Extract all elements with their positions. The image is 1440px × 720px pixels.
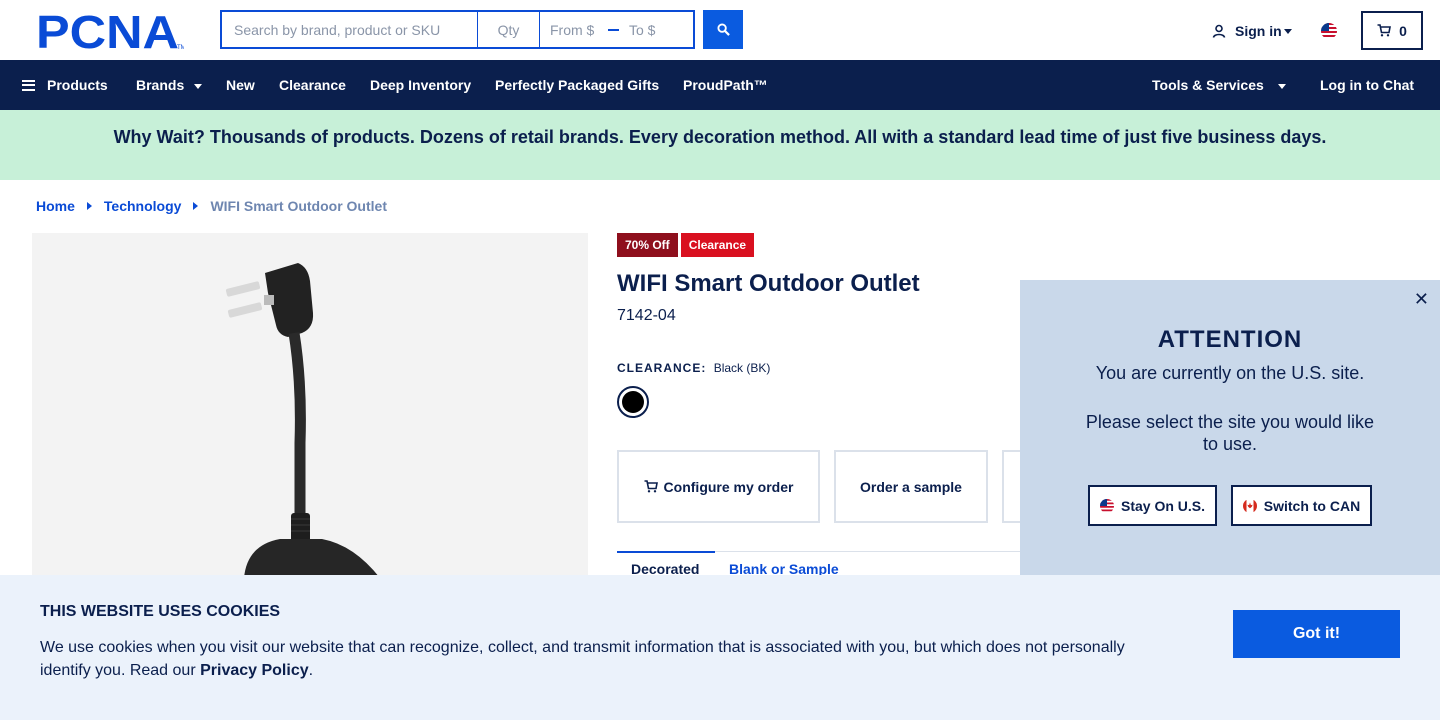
main-nav: Products Brands New Clearance Deep Inven… — [0, 60, 1440, 110]
cookie-title: THIS WEBSITE USES COOKIES — [40, 603, 281, 620]
cart-icon — [1377, 24, 1392, 37]
cookie-text: We use cookies when you visit our websit… — [40, 636, 1160, 682]
signin-label: Sign in — [1235, 23, 1282, 39]
product-title: WIFI Smart Outdoor Outlet — [617, 270, 920, 297]
canada-flag-icon — [1242, 498, 1257, 513]
chevron-down-icon — [194, 84, 203, 89]
close-icon[interactable]: ✕ — [1414, 289, 1429, 310]
promo-banner: Why Wait? Thousands of products. Dozens … — [0, 110, 1440, 180]
nav-clearance[interactable]: Clearance — [279, 60, 346, 110]
attention-select-prompt: Please select the site you would like to… — [1085, 412, 1375, 454]
nav-gifts[interactable]: Perfectly Packaged Gifts — [495, 60, 659, 110]
tab-blank-sample[interactable]: Blank or Sample — [715, 551, 853, 577]
nav-products[interactable]: Products — [22, 60, 108, 110]
svg-text:PCNA: PCNA — [36, 11, 179, 51]
price-to-input[interactable] — [629, 21, 683, 38]
switch-can-label: Switch to CAN — [1263, 497, 1361, 514]
color-swatch-black[interactable] — [617, 386, 649, 418]
cart-icon — [644, 480, 658, 493]
color-value: Black (BK) — [713, 361, 771, 375]
price-from-input[interactable] — [550, 21, 604, 38]
signin-link[interactable]: Sign in — [1212, 23, 1292, 39]
nav-deep-inventory[interactable]: Deep Inventory — [370, 60, 471, 110]
configure-order-button[interactable]: Configure my order — [617, 450, 820, 523]
nav-tools-services[interactable]: Tools & Services — [1152, 60, 1286, 110]
stay-us-label: Stay On U.S. — [1120, 497, 1206, 514]
cart-count: 0 — [1399, 22, 1407, 39]
privacy-policy-link[interactable]: Privacy Policy — [200, 662, 309, 679]
discount-badge: 70% Off — [617, 233, 678, 257]
switch-can-button[interactable]: Switch to CAN — [1231, 485, 1372, 526]
search-button[interactable] — [703, 10, 743, 49]
color-selection-label: CLEARANCE: Black (BK) — [617, 361, 770, 375]
stay-us-button[interactable]: Stay On U.S. — [1088, 485, 1217, 526]
chevron-down-icon — [1277, 84, 1286, 89]
breadcrumb: Home Technology WIFI Smart Outdoor Outle… — [36, 198, 387, 214]
attention-title: ATTENTION — [1157, 326, 1303, 353]
breadcrumb-home[interactable]: Home — [36, 198, 75, 214]
product-sku: 7142-04 — [617, 307, 676, 324]
chevron-down-icon — [1283, 28, 1292, 34]
search-input[interactable] — [220, 10, 478, 49]
configure-order-label: Configure my order — [663, 478, 794, 495]
breadcrumb-category[interactable]: Technology — [104, 198, 182, 214]
attention-current-site: You are currently on the U.S. site. — [1095, 363, 1365, 383]
search-icon — [716, 23, 730, 36]
chevron-right-icon — [86, 202, 92, 210]
order-sample-button[interactable]: Order a sample — [834, 450, 988, 523]
site-selection-popup: ✕ ATTENTION You are currently on the U.S… — [1020, 280, 1440, 580]
price-dash — [608, 28, 619, 31]
promo-banner-text: Why Wait? Thousands of products. Dozens … — [113, 127, 1327, 147]
nav-brands[interactable]: Brands — [136, 60, 203, 110]
nav-products-label: Products — [47, 77, 108, 93]
tab-decorated[interactable]: Decorated — [617, 551, 715, 577]
nav-new[interactable]: New — [226, 60, 255, 110]
svg-text:TM: TM — [177, 45, 184, 51]
color-label: CLEARANCE: — [617, 361, 707, 375]
us-flag-icon — [1099, 498, 1114, 513]
menu-icon — [22, 79, 35, 91]
product-image[interactable] — [32, 233, 588, 578]
quantity-input[interactable] — [478, 10, 540, 49]
clearance-badge: Clearance — [680, 233, 755, 257]
top-header: PCNA TM Sign in 0 — [0, 0, 1440, 60]
cookie-period: . — [308, 662, 314, 679]
product-badges: 70% Off Clearance — [617, 233, 755, 257]
breadcrumb-current: WIFI Smart Outdoor Outlet — [210, 198, 387, 214]
swatch-fill — [622, 391, 644, 413]
cart-button[interactable]: 0 — [1361, 11, 1423, 50]
user-icon — [1212, 24, 1226, 38]
cookie-banner: THIS WEBSITE USES COOKIES We use cookies… — [0, 575, 1440, 720]
accept-cookies-button[interactable]: Got it! — [1233, 610, 1400, 658]
nav-tools-label: Tools & Services — [1152, 77, 1264, 93]
nav-proudpath[interactable]: ProudPath™ — [683, 60, 768, 110]
outlet-product-photo — [225, 263, 380, 578]
nav-chat-login[interactable]: Log in to Chat — [1320, 60, 1414, 110]
us-flag-icon[interactable] — [1321, 23, 1337, 39]
search-bar — [220, 10, 695, 49]
price-range — [540, 10, 695, 49]
chevron-right-icon — [193, 202, 199, 210]
pcna-logo[interactable]: PCNA TM — [36, 11, 184, 51]
nav-brands-label: Brands — [136, 77, 185, 93]
